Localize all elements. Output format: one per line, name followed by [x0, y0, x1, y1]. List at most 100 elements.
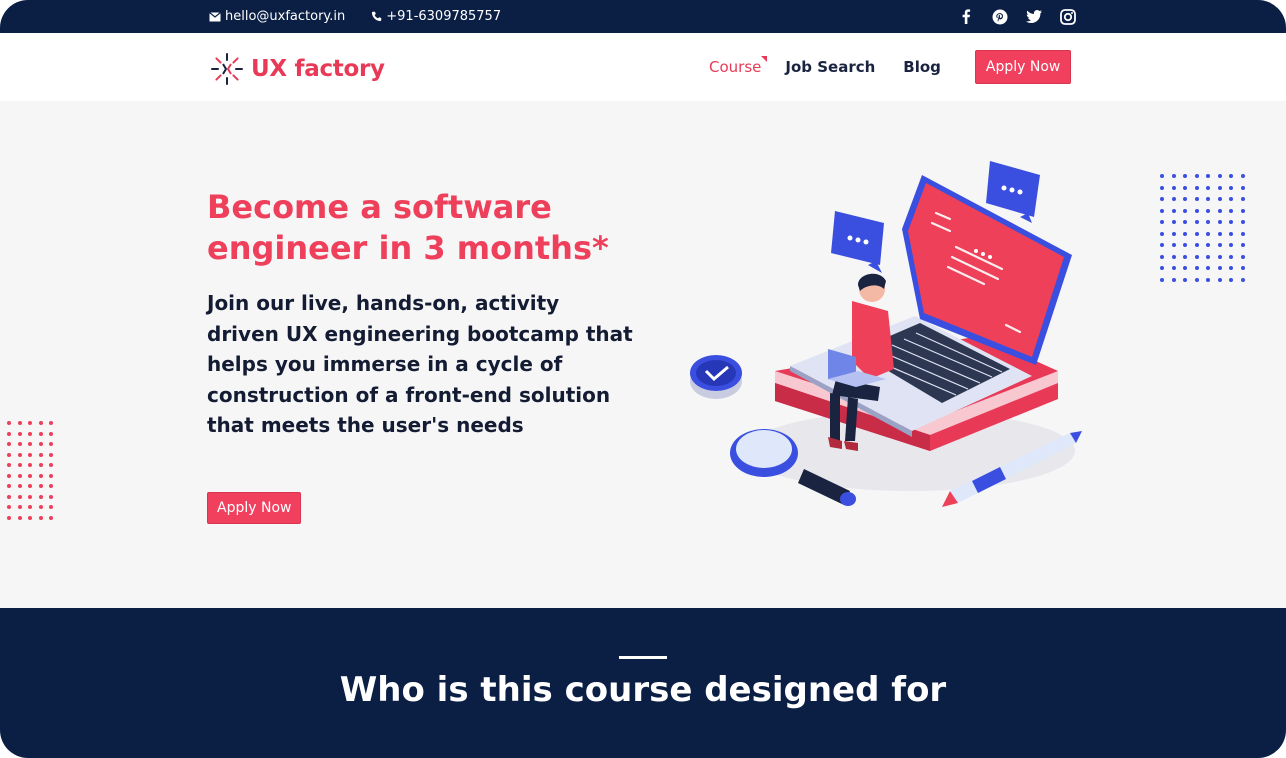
decorative-dot	[1229, 277, 1233, 282]
nav-item-blog[interactable]: Blog	[903, 58, 941, 76]
decorative-dot	[1217, 254, 1222, 259]
decorative-dot	[1171, 197, 1176, 201]
decorative-dot	[7, 515, 11, 520]
decorative-dot	[38, 463, 43, 467]
decorative-dot	[1160, 243, 1164, 247]
hero-description: Join our live, hands-on, activity driven…	[207, 291, 633, 437]
decorative-dot	[1206, 266, 1210, 270]
decorative-dot	[1171, 266, 1176, 270]
decorative-dot	[49, 421, 53, 425]
hero-title: Become a software engineer in 3 months*	[207, 188, 609, 267]
decorative-dot	[49, 473, 53, 478]
decorative-dot	[1194, 243, 1199, 247]
hero-apply-now-button[interactable]: Apply Now	[207, 492, 302, 524]
decorative-dot	[17, 421, 22, 425]
decorative-dot	[1240, 208, 1245, 213]
apply-now-button[interactable]: Apply Now	[974, 50, 1072, 84]
decorative-dot	[1183, 231, 1187, 236]
section-title: Who is this course designed for	[339, 670, 947, 710]
nav-item-course[interactable]: Course	[709, 56, 768, 76]
decorative-dot	[1160, 197, 1164, 201]
pinterest-icon[interactable]	[990, 7, 1010, 27]
decorative-dot	[28, 442, 32, 446]
email-text: hello@uxfactory.in	[225, 9, 346, 24]
decorative-dot	[7, 484, 11, 488]
decorative-dot	[38, 431, 43, 436]
decorative-dot	[1217, 277, 1222, 282]
decorative-dot	[49, 515, 53, 520]
decorative-dot	[1217, 174, 1222, 178]
decorative-dot	[1160, 231, 1164, 236]
decorative-dot	[17, 515, 22, 520]
decorative-dot	[28, 473, 32, 478]
decorative-dot	[1229, 220, 1233, 224]
phone-icon	[372, 11, 382, 22]
decorative-dot	[38, 515, 43, 520]
phone-text: +91-6309785757	[386, 9, 502, 24]
decorative-dot	[1160, 220, 1164, 224]
decorative-dot	[38, 421, 43, 425]
decorative-dot	[17, 505, 22, 509]
audience-section: Who is this course designed for	[0, 608, 1286, 758]
decorative-dot	[1240, 231, 1245, 236]
decorative-dot	[38, 452, 43, 457]
decorative-dot	[1240, 277, 1245, 282]
decorative-dot	[1240, 197, 1245, 201]
logo-icon	[211, 53, 243, 85]
top-bar: hello@uxfactory.in +91-6309785757	[0, 0, 1286, 33]
decorative-dot	[17, 484, 22, 488]
logo[interactable]: UX factory	[209, 51, 385, 87]
decorative-dot	[7, 505, 11, 509]
decorative-dot	[1206, 197, 1210, 201]
decorative-dot	[1240, 243, 1245, 247]
decorative-dot	[1206, 231, 1210, 236]
decorative-dot	[1206, 254, 1210, 259]
decorative-dot	[1183, 277, 1187, 282]
decorative-dot	[1240, 185, 1245, 190]
decorative-dot	[17, 473, 22, 478]
decorative-dot	[1229, 197, 1233, 201]
decorative-dot	[28, 452, 32, 457]
logo-text: UX factory	[251, 56, 385, 82]
decorative-dot	[1160, 174, 1164, 178]
decorative-dots-blue	[1160, 174, 1250, 289]
social-links	[956, 0, 1078, 33]
decorative-dot	[1171, 220, 1176, 224]
nav-item-job-search[interactable]: Job Search	[785, 58, 875, 76]
decorative-dot	[1240, 254, 1245, 259]
decorative-dot	[1229, 185, 1233, 190]
email-link[interactable]: hello@uxfactory.in	[209, 9, 345, 24]
decorative-dot	[28, 463, 32, 467]
instagram-icon[interactable]	[1058, 7, 1078, 27]
twitter-icon[interactable]	[1024, 7, 1044, 27]
decorative-dot	[28, 431, 32, 436]
decorative-dot	[7, 473, 11, 478]
decorative-dot	[49, 463, 53, 467]
decorative-dot	[28, 494, 32, 499]
decorative-dot	[1217, 197, 1222, 201]
decorative-dot	[1240, 266, 1245, 270]
decorative-dot	[1183, 174, 1187, 178]
decorative-dot	[1160, 208, 1164, 213]
decorative-dot	[1171, 254, 1176, 259]
decorative-dot	[1194, 197, 1199, 201]
decorative-dot	[1171, 208, 1176, 213]
decorative-dot	[28, 505, 32, 509]
decorative-dot	[1229, 243, 1233, 247]
facebook-icon[interactable]	[956, 7, 976, 27]
decorative-dot	[1206, 220, 1210, 224]
decorative-dot	[49, 431, 53, 436]
phone-link[interactable]: +91-6309785757	[371, 9, 501, 24]
decorative-dot	[1194, 208, 1199, 213]
decorative-dot	[1217, 266, 1222, 270]
decorative-dot	[49, 494, 53, 499]
hero-section: Become a software engineer in 3 months* …	[0, 101, 1286, 608]
decorative-dot	[1217, 220, 1222, 224]
nav-item-label: Course	[709, 58, 762, 76]
decorative-dot	[1171, 277, 1176, 282]
decorative-dot	[1183, 243, 1187, 247]
decorative-dot	[17, 442, 22, 446]
dropdown-caret-icon	[761, 56, 768, 62]
decorative-dot	[1183, 254, 1187, 259]
decorative-dot	[1206, 185, 1210, 190]
